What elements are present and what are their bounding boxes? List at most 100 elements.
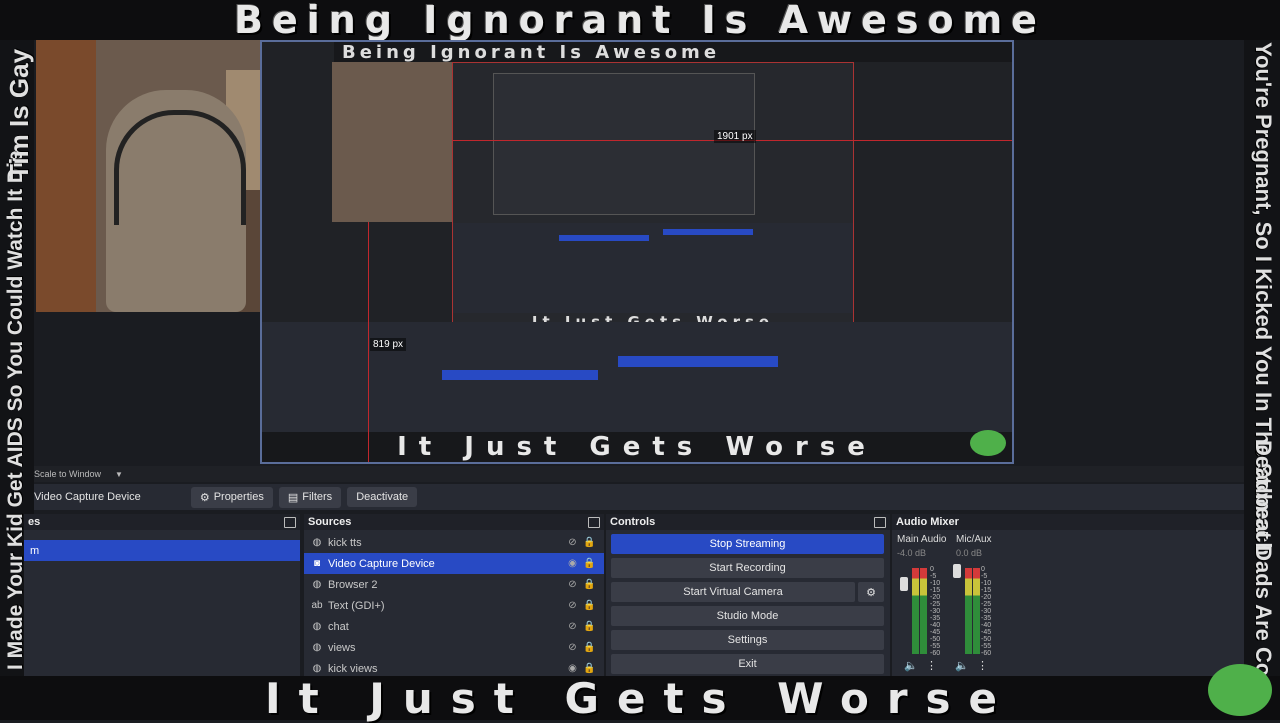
main-audio-meter-right [920,568,927,654]
meter-tick-label: -40 [981,622,992,629]
studio-mode-button[interactable]: Studio Mode [611,606,884,626]
controls-title: Controls [610,516,656,528]
headphones-icon [114,110,246,225]
eye-off-icon[interactable]: ⊘ [564,642,581,653]
mic-aux-db: 0.0 dB [956,548,983,558]
speaker-icon[interactable]: 🔈 [904,659,918,672]
eye-off-icon[interactable]: ⊘ [564,621,581,632]
source-item[interactable]: ◙ Video Capture Device ◉ 🔒 [304,553,604,574]
meter-tick-label: -5 [930,573,937,580]
source-name: Text (GDI+) [328,599,385,612]
mic-aux-fader[interactable] [953,564,961,578]
camera-icon: ◙ [313,558,321,569]
meter-tick-label: -50 [981,636,992,643]
mic-aux-label: Mic/Aux [956,534,992,545]
speaker-icon[interactable]: 🔈 [955,659,969,672]
meter-tick-label: -30 [930,608,941,615]
sources-title-bar: Sources [304,514,604,530]
lock-icon[interactable]: 🔒 [581,663,598,674]
scenes-dock: es m [24,514,300,676]
lock-icon[interactable]: 🔒 [581,621,598,632]
main-audio-fader[interactable] [900,577,908,591]
sources-title: Sources [308,516,352,528]
mixer-title-bar: Audio Mixer [892,514,1244,530]
controls-buttons: Stop Streaming Start Recording Start Vir… [606,534,890,674]
meter-tick-label: -60 [930,650,941,657]
chevron-down-icon[interactable]: ▼ [115,470,123,479]
meter-tick-label: 0 [930,566,934,573]
filter-icon: ▤ [287,491,299,504]
frog-emote-icon [970,430,1006,456]
toolbar-source-name: Video Capture Device [34,491,141,503]
source-name: Video Capture Device [328,557,435,570]
meter-tick-label: -50 [930,636,941,643]
source-item[interactable]: ◍ Browser 2 ⊘ 🔒 [304,574,604,595]
float-icon[interactable] [588,516,600,528]
globe-icon: ◍ [312,663,322,674]
right-vertical-text-2: Deadbeat Dads Are Cool [1251,440,1276,696]
more-options-icon[interactable]: ⋮ [926,659,937,672]
stop-streaming-button[interactable]: Stop Streaming [611,534,884,554]
properties-button[interactable]: ⚙ Properties [190,486,273,508]
meter-tick-label: -30 [981,608,992,615]
source-name: chat [328,620,349,633]
main-audio-ticks: 0 -5 -10 -15 -20 -25 -30 -35 -40 -45 -50 -55 -60 [930,566,940,657]
scale-bar: Scale to Window ▼ [34,466,1244,482]
lock-icon[interactable]: 🔒 [581,537,598,548]
meter-tick-label: -40 [930,622,941,629]
scenes-title: es [28,516,41,528]
filters-button[interactable]: ▤ Filters [278,486,342,508]
start-virtual-camera-button[interactable]: Start Virtual Camera [611,582,855,602]
eye-icon[interactable]: ◉ [564,663,581,674]
scene-item-selected[interactable]: m [24,540,300,561]
preview-nested: It Just Gets Worse [452,62,854,334]
more-options-icon[interactable]: ⋮ [977,659,988,672]
gear-icon: ⚙ [199,491,210,504]
float-icon[interactable] [284,516,296,528]
source-name: views [328,641,356,654]
meter-tick-label: -45 [930,629,941,636]
meter-tick-label: -25 [981,601,992,608]
eye-off-icon[interactable]: ⊘ [564,537,581,548]
globe-icon: ◍ [312,579,322,590]
source-item[interactable]: ◍ views ⊘ 🔒 [304,637,604,658]
mic-aux-meter-right [973,568,980,654]
meter-tick-label: -55 [981,643,992,650]
meter-tick-label: 0 [981,566,985,573]
controls-title-bar: Controls [606,514,890,530]
scale-label[interactable]: Scale to Window [34,469,101,479]
lock-icon[interactable]: 🔒 [581,642,598,653]
sources-list: ◍ kick tts ⊘ 🔒 ◙ Video Capture Device ◉ 🔒 ◍ Brows… [304,530,604,679]
start-recording-button[interactable]: Start Recording [611,558,884,578]
lock-icon[interactable]: 🔒 [581,579,598,590]
source-item[interactable]: ab Text (GDI+) ⊘ 🔒 [304,595,604,616]
main-audio-db: -4.0 dB [897,548,927,558]
lock-icon[interactable]: 🔒 [581,558,598,569]
preview-webcam [332,62,454,222]
preview-canvas[interactable]: Being Ignorant Is Awesome It Just Gets W… [260,40,1014,464]
eye-off-icon[interactable]: ⊘ [564,600,581,611]
meter-tick-label: -35 [981,615,992,622]
eye-icon[interactable]: ◉ [564,558,581,569]
gear-icon: ⚙ [866,586,876,599]
meter-tick-label: -5 [981,573,988,580]
meter-tick-label: -20 [981,594,992,601]
meter-tick-label: -20 [930,594,941,601]
eye-off-icon[interactable]: ⊘ [564,579,581,590]
settings-button[interactable]: Settings [611,630,884,650]
preview-nested-stop-button [663,229,753,235]
preview-nested-2 [493,73,755,215]
virtual-camera-settings-button[interactable]: ⚙ [858,582,884,602]
deactivate-button[interactable]: Deactivate [347,487,418,507]
lock-icon[interactable]: 🔒 [581,600,598,611]
exit-button[interactable]: Exit [611,654,884,674]
globe-icon: ◍ [312,537,322,548]
source-toolbar: Video Capture Device ⚙ Properties ▤ Filter… [34,484,1244,510]
float-icon[interactable] [874,516,886,528]
meter-tick-label: -60 [981,650,992,657]
preview-nested-obs [453,223,853,313]
mic-aux-ticks: 0 -5 -10 -15 -20 -25 -30 -35 -40 -45 -50 -55 -60 [981,566,991,657]
source-item[interactable]: ◍ kick tts ⊘ 🔒 [304,532,604,553]
preview-stop-button [618,356,778,367]
source-item[interactable]: ◍ chat ⊘ 🔒 [304,616,604,637]
